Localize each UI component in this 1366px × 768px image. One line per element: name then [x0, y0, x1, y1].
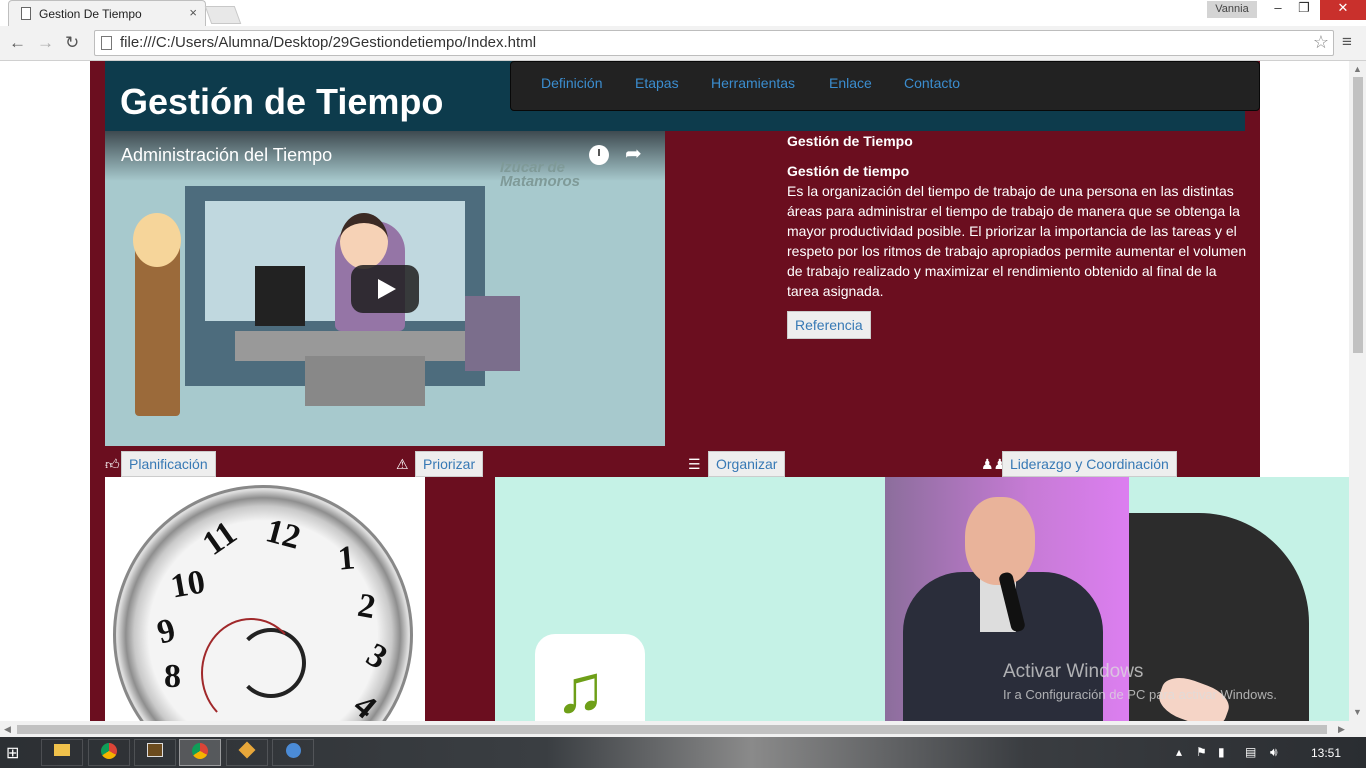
tab-strip: Gestion De Tiempo × Vannia – ❐ ✕ [0, 0, 1366, 26]
network-icon[interactable]: ▤ [1245, 745, 1256, 759]
windows-start-icon[interactable]: ⊞ [6, 743, 19, 763]
section-subheading: Gestión de tiempo [787, 163, 910, 179]
page-container: Gestión de Tiempo Definición Etapas Herr… [90, 61, 1349, 721]
app-diamond-icon[interactable] [226, 739, 268, 766]
reference-button[interactable]: Referencia [787, 311, 871, 339]
embedded-video[interactable]: Administración del Tiempo Izúcar de Mata… [105, 131, 665, 446]
video-title[interactable]: Administración del Tiempo [121, 145, 332, 166]
planificacion-button[interactable]: Planificación [121, 451, 216, 477]
video-monitor [255, 266, 305, 326]
horizontal-scroll-thumb[interactable] [17, 725, 1327, 734]
music-app-tile: ♫ [535, 634, 645, 721]
browser-menu-icon[interactable]: ≡ [1342, 32, 1352, 52]
address-url: file:///C:/Users/Alumna/Desktop/29Gestio… [120, 34, 537, 51]
organizar-button[interactable]: Organizar [708, 451, 786, 477]
flag-icon[interactable]: ⚑ [1196, 745, 1207, 759]
site-navbar: Definición Etapas Herramientas Enlace Co… [510, 61, 1260, 111]
video-cabinet [465, 296, 520, 371]
site-title: Gestión de Tiempo [120, 81, 444, 122]
play-button-icon[interactable] [351, 265, 419, 313]
section-heading: Gestión de Tiempo [787, 133, 913, 149]
clock-second-hand [201, 618, 301, 721]
nav-link-herramientas[interactable]: Herramientas [711, 75, 795, 91]
scroll-left-icon[interactable]: ◀ [4, 724, 11, 735]
clock-number: 3 [360, 636, 394, 677]
forward-arrow-icon[interactable]: → [37, 33, 54, 53]
nav-link-enlace[interactable]: Enlace [829, 75, 872, 91]
clock-number: 1 [336, 539, 357, 578]
watch-later-icon[interactable] [589, 145, 609, 165]
page-viewport: Gestión de Tiempo Definición Etapas Herr… [0, 61, 1349, 721]
restore-button[interactable]: ❐ [1290, 0, 1318, 20]
chrome-active-icon[interactable] [179, 739, 221, 766]
nav-link-contacto[interactable]: Contacto [904, 75, 960, 91]
profile-badge[interactable]: Vannia [1207, 1, 1257, 18]
video-desk-base [305, 356, 425, 406]
tab-title: Gestion De Tiempo [39, 7, 142, 21]
clock-number: 11 [196, 514, 244, 563]
tab-close-icon[interactable]: × [189, 5, 197, 20]
nav-link-etapas[interactable]: Etapas [635, 75, 679, 91]
definition-section: Gestión de Tiempo Gestión de tiempo Es l… [787, 131, 1247, 339]
warning-icon: ⚠ [396, 456, 409, 472]
music-image: ♫ [495, 477, 885, 721]
document-icon [101, 36, 112, 50]
activate-windows-title: Activar Windows [1003, 661, 1144, 682]
site-header: Gestión de Tiempo Definición Etapas Herr… [105, 61, 1260, 131]
minimize-button[interactable]: – [1264, 0, 1292, 20]
scroll-right-icon[interactable]: ▶ [1338, 724, 1345, 735]
clock-face: 11 12 1 10 2 9 3 8 4 [113, 485, 413, 721]
thumbs-up-icon: 👍︎ [105, 456, 120, 472]
video-logo: Izúcar de Matamoros [500, 159, 581, 190]
nav-link-definicion[interactable]: Definición [541, 75, 602, 91]
speaker-head [965, 497, 1035, 585]
video-woman-head [340, 213, 388, 269]
share-icon[interactable]: ➦ [625, 141, 642, 166]
app-globe-icon[interactable] [272, 739, 314, 766]
clock-number: 8 [164, 658, 181, 695]
clock-number: 10 [167, 563, 208, 606]
windows-taskbar: ⊞ ▴ ⚑ ▮ ▤ 🔊︎ 13:51 [0, 737, 1366, 768]
browser-tab[interactable]: Gestion De Tiempo × [8, 0, 206, 26]
volume-icon[interactable]: 🔊︎ [1270, 745, 1278, 760]
clock-number: 9 [153, 611, 180, 652]
music-note-icon: ♫ [555, 651, 606, 721]
vertical-scrollbar[interactable]: ▲ ▼ [1349, 61, 1366, 721]
clock-number: 2 [355, 586, 379, 627]
scroll-up-icon[interactable]: ▲ [1353, 64, 1362, 74]
page-icon [21, 7, 31, 20]
tray-up-arrow-icon[interactable]: ▴ [1176, 745, 1182, 759]
list-icon: ☰ [688, 456, 701, 472]
chrome-icon[interactable] [88, 739, 130, 766]
scroll-down-icon[interactable]: ▼ [1353, 707, 1362, 717]
back-arrow-icon[interactable]: ← [9, 33, 26, 53]
horizontal-scrollbar[interactable]: ◀ ▶ [0, 721, 1366, 737]
bookmark-star-icon[interactable]: ☆ [1313, 32, 1329, 53]
activate-windows-watermark: Activar Windows Ir a Configuración de PC… [1003, 661, 1277, 702]
clock-number: 4 [346, 686, 384, 721]
reload-icon[interactable]: ↻ [65, 33, 79, 53]
video-man-head [133, 213, 181, 267]
activate-windows-subtitle: Ir a Configuración de PC para activar Wi… [1003, 687, 1277, 702]
close-window-button[interactable]: ✕ [1320, 0, 1366, 20]
address-bar[interactable]: file:///C:/Users/Alumna/Desktop/29Gestio… [94, 30, 1334, 56]
priorizar-button[interactable]: Priorizar [415, 451, 484, 477]
app-window-icon[interactable] [134, 739, 176, 766]
new-tab-button[interactable] [204, 6, 242, 24]
file-explorer-icon[interactable] [41, 739, 83, 766]
browser-toolbar: ← → ↻ file:///C:/Users/Alumna/Desktop/29… [0, 26, 1366, 61]
liderazgo-button[interactable]: Liderazgo y Coordinación [1002, 451, 1177, 477]
clock-number: 12 [261, 512, 305, 557]
vertical-scroll-thumb[interactable] [1353, 77, 1363, 353]
clock-image: 11 12 1 10 2 9 3 8 4 [105, 477, 425, 721]
section-paragraph: Es la organización del tiempo de trabajo… [787, 183, 1247, 299]
battery-icon[interactable]: ▮ [1218, 745, 1225, 759]
taskbar-clock[interactable]: 13:51 [1311, 746, 1341, 760]
